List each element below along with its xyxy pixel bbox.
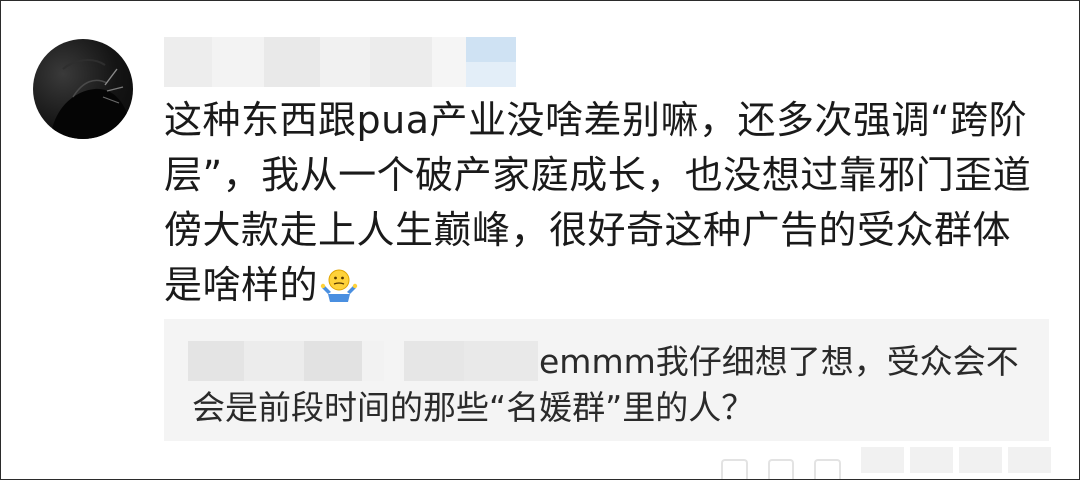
username-blurred[interactable] (164, 37, 516, 87)
avatar-image (51, 59, 129, 139)
action-icons[interactable] (721, 459, 842, 479)
reply-box[interactable]: emmm我仔细想了想，受众会不会是前段时间的那些“名媛群”里的人？ (164, 319, 1049, 441)
share-icon[interactable] (721, 459, 748, 479)
watermark-faint (861, 447, 1051, 473)
comment-body: 这种东西跟pua产业没啥差别嘛，还多次强调“跨阶层”，我从一个破产家庭成长，也没… (164, 98, 1032, 307)
like-icon[interactable] (814, 459, 842, 479)
comment-card: 这种东西跟pua产业没啥差别嘛，还多次强调“跨阶层”，我从一个破产家庭成长，也没… (0, 0, 1080, 480)
reply-text: emmm我仔细想了想，受众会不会是前段时间的那些“名媛群”里的人？ (192, 342, 1019, 427)
comment-text: 这种东西跟pua产业没啥差别嘛，还多次强调“跨阶层”，我从一个破产家庭成长，也没… (164, 93, 1049, 313)
avatar[interactable] (33, 39, 133, 139)
comment-icon[interactable] (767, 459, 795, 479)
shrug-emoji-icon (320, 266, 358, 302)
